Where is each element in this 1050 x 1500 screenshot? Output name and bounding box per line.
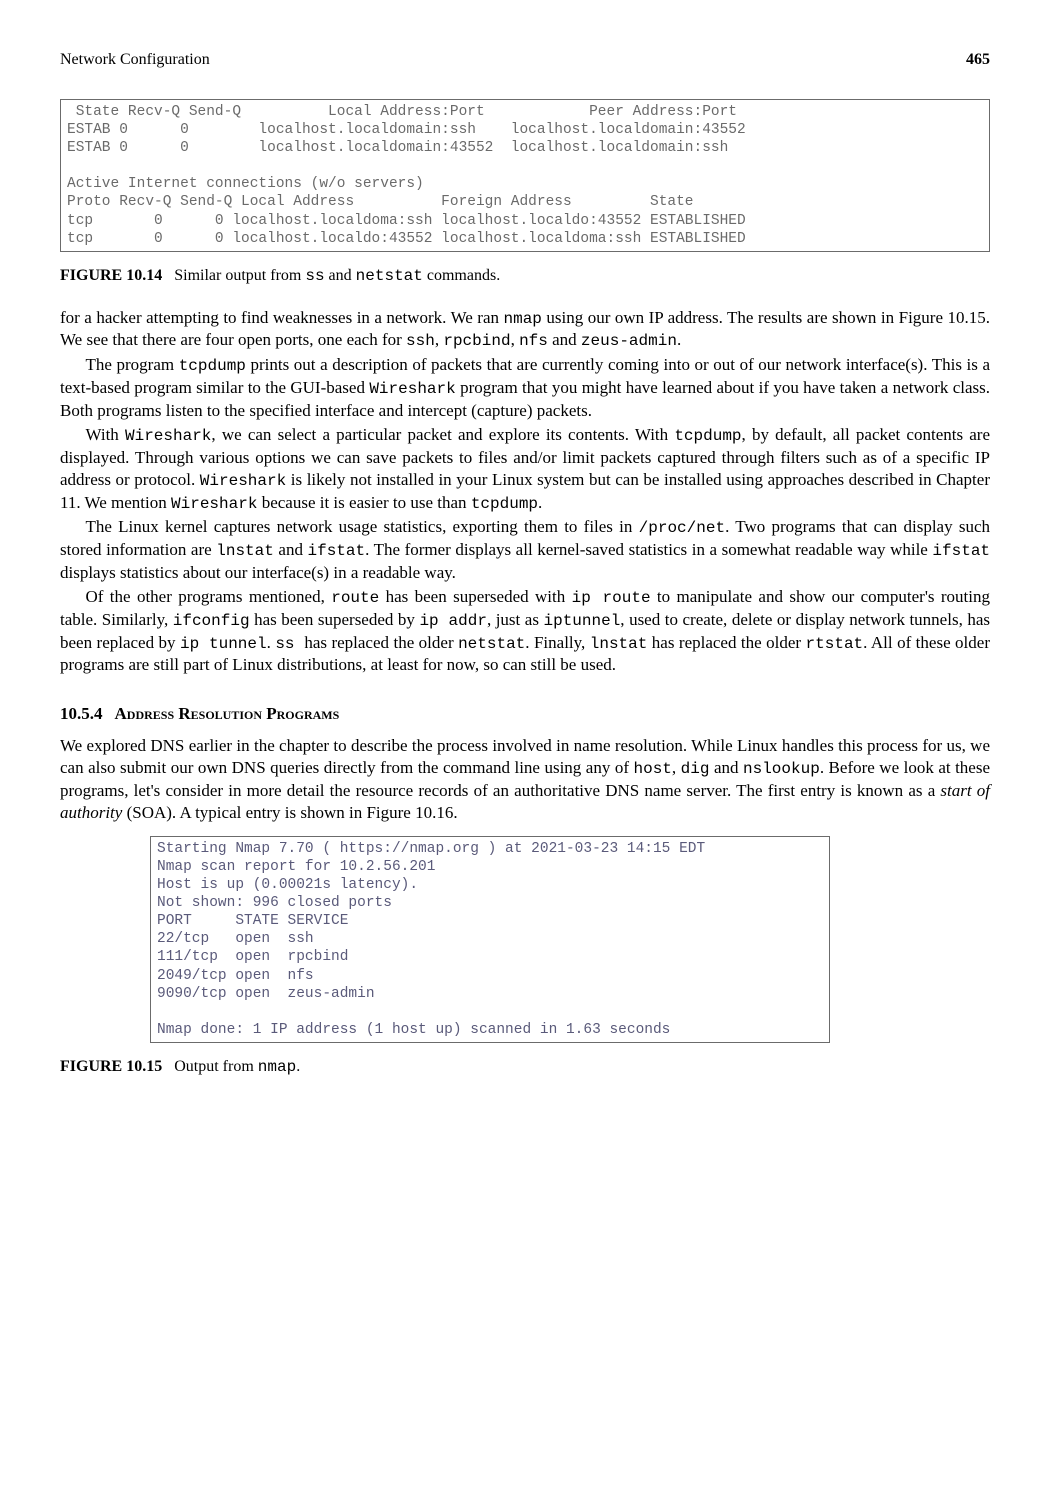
page-number: 465	[966, 50, 990, 71]
terminal-nmap: Starting Nmap 7.70 ( https://nmap.org ) …	[150, 836, 830, 1043]
header-left: Network Configuration	[60, 50, 210, 71]
paragraph-3: With Wireshark, we can select a particul…	[60, 424, 990, 514]
paragraph-4: The Linux kernel captures network usage …	[60, 516, 990, 584]
body-text: for a hacker attempting to find weakness…	[60, 307, 990, 824]
figure-10-14-caption: FIGURE 10.14 Similar output from ss and …	[60, 266, 990, 287]
running-header: Network Configuration 465	[60, 50, 990, 71]
figure-10-15-caption: FIGURE 10.15 Output from nmap.	[60, 1057, 990, 1078]
paragraph-5: Of the other programs mentioned, route h…	[60, 586, 990, 676]
section-heading-10-5-4: 10.5.4Address Resolution Programs	[60, 703, 990, 725]
paragraph-2: The program tcpdump prints out a descrip…	[60, 354, 990, 422]
paragraph-6: We explored DNS earlier in the chapter t…	[60, 735, 990, 824]
paragraph-1: for a hacker attempting to find weakness…	[60, 307, 990, 353]
terminal-ss-netstat: State Recv-Q Send-Q Local Address:Port P…	[60, 99, 990, 252]
